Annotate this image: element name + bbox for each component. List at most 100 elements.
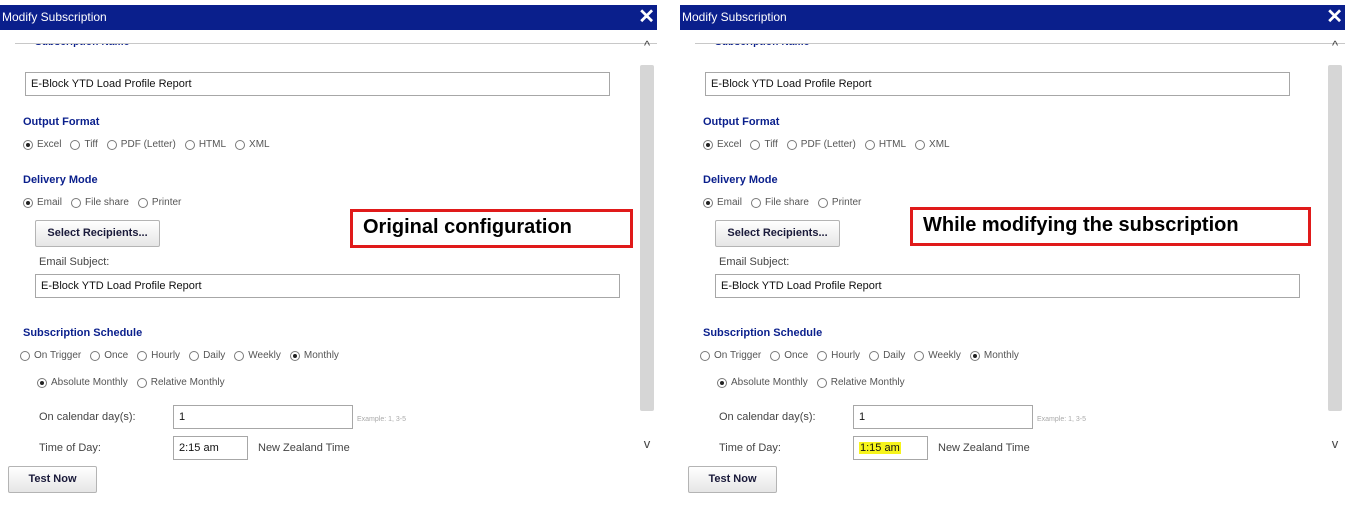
- calendar-days-input[interactable]: 1: [173, 405, 353, 429]
- radio-pdf-letter[interactable]: PDF (Letter): [786, 139, 856, 150]
- radio-label: File share: [765, 197, 809, 208]
- radio-absolute-monthly[interactable]: Absolute Monthly: [37, 377, 128, 388]
- email-subject-input[interactable]: E-Block YTD Load Profile Report: [35, 274, 620, 298]
- radio-button-icon[interactable]: [23, 139, 33, 150]
- radio-html[interactable]: HTML: [184, 139, 226, 150]
- chevron-down-icon[interactable]: v: [1328, 437, 1342, 451]
- radio-relative-monthly[interactable]: Relative Monthly: [816, 377, 905, 388]
- radio-button-icon[interactable]: [184, 139, 195, 150]
- radio-button-icon[interactable]: [20, 350, 30, 361]
- radio-printer[interactable]: Printer: [817, 197, 862, 208]
- radio-button-icon[interactable]: [751, 197, 762, 208]
- radio-button-icon[interactable]: [915, 139, 926, 150]
- radio-daily[interactable]: Daily: [869, 350, 905, 361]
- time-of-day-input[interactable]: 1:15 am: [853, 436, 928, 460]
- delivery-mode-heading: Delivery Mode: [23, 174, 98, 186]
- radio-button-icon[interactable]: [90, 350, 101, 361]
- radio-button-icon[interactable]: [71, 197, 82, 208]
- select-recipients-button[interactable]: Select Recipients...: [715, 220, 840, 247]
- radio-button-icon[interactable]: [235, 139, 246, 150]
- radio-xml[interactable]: XML: [915, 139, 950, 150]
- radio-button-icon[interactable]: [137, 350, 148, 361]
- radio-button-icon[interactable]: [817, 197, 828, 208]
- radio-html[interactable]: HTML: [864, 139, 906, 150]
- scrollbar-thumb[interactable]: [1328, 65, 1342, 411]
- radio-button-icon[interactable]: [234, 350, 245, 361]
- radio-tiff[interactable]: Tiff: [70, 139, 98, 150]
- radio-email[interactable]: Email: [703, 197, 742, 208]
- radio-file-share[interactable]: File share: [71, 197, 129, 208]
- radio-button-icon[interactable]: [817, 350, 828, 361]
- calendar-days-input[interactable]: 1: [853, 405, 1033, 429]
- radio-label: Monthly: [303, 350, 339, 361]
- vertical-scrollbar[interactable]: ^ v: [640, 35, 654, 455]
- test-now-button[interactable]: Test Now: [688, 466, 777, 493]
- close-icon[interactable]: ✕: [638, 5, 655, 29]
- radio-button-icon[interactable]: [864, 139, 875, 150]
- radio-excel[interactable]: Excel: [703, 139, 741, 150]
- subscription-name-input[interactable]: E-Block YTD Load Profile Report: [25, 72, 610, 96]
- radio-pdf-letter[interactable]: PDF (Letter): [106, 139, 176, 150]
- subscription-name-input[interactable]: E-Block YTD Load Profile Report: [705, 72, 1290, 96]
- radio-daily[interactable]: Daily: [189, 350, 225, 361]
- radio-label: Tiff: [764, 139, 778, 150]
- radio-weekly[interactable]: Weekly: [914, 350, 961, 361]
- radio-hourly[interactable]: Hourly: [817, 350, 860, 361]
- radio-tiff[interactable]: Tiff: [750, 139, 778, 150]
- radio-button-icon[interactable]: [189, 350, 200, 361]
- radio-email[interactable]: Email: [23, 197, 62, 208]
- time-of-day-value: 1:15 am: [859, 442, 901, 454]
- chevron-up-icon[interactable]: ^: [1328, 39, 1342, 53]
- radio-button-icon[interactable]: [750, 139, 761, 150]
- radio-button-icon[interactable]: [969, 350, 980, 361]
- time-of-day-input[interactable]: 2:15 am: [173, 436, 248, 460]
- radio-button-icon[interactable]: [786, 139, 797, 150]
- radio-button-icon[interactable]: [37, 377, 47, 388]
- modify-subscription-dialog-modified: Modify Subscription ✕ Subscription Name …: [680, 5, 1345, 503]
- radio-button-icon[interactable]: [137, 197, 148, 208]
- radio-button-icon[interactable]: [816, 377, 827, 388]
- radio-on-trigger[interactable]: On Trigger: [700, 350, 761, 361]
- vertical-scrollbar[interactable]: ^ v: [1328, 35, 1342, 455]
- radio-once[interactable]: Once: [90, 350, 128, 361]
- dialog-title: Modify Subscription: [2, 10, 107, 24]
- radio-weekly[interactable]: Weekly: [234, 350, 281, 361]
- select-recipients-button[interactable]: Select Recipients...: [35, 220, 160, 247]
- close-icon[interactable]: ✕: [1326, 5, 1343, 29]
- radio-file-share[interactable]: File share: [751, 197, 809, 208]
- radio-button-icon[interactable]: [703, 197, 713, 208]
- chevron-down-icon[interactable]: v: [640, 437, 654, 451]
- radio-button-icon[interactable]: [106, 139, 117, 150]
- radio-button-icon[interactable]: [717, 377, 727, 388]
- radio-absolute-monthly[interactable]: Absolute Monthly: [717, 377, 808, 388]
- radio-once[interactable]: Once: [770, 350, 808, 361]
- radio-on-trigger[interactable]: On Trigger: [20, 350, 81, 361]
- radio-button-icon[interactable]: [914, 350, 925, 361]
- monthly-options: Absolute Monthly Relative Monthly: [37, 377, 234, 391]
- radio-button-icon[interactable]: [136, 377, 147, 388]
- scrollbar-thumb[interactable]: [640, 65, 654, 411]
- radio-monthly[interactable]: Monthly: [289, 350, 339, 361]
- radio-button-icon[interactable]: [703, 139, 713, 150]
- radio-label: Weekly: [248, 350, 281, 361]
- radio-hourly[interactable]: Hourly: [137, 350, 180, 361]
- radio-label: Weekly: [928, 350, 961, 361]
- radio-button-icon[interactable]: [70, 139, 81, 150]
- radio-relative-monthly[interactable]: Relative Monthly: [136, 377, 225, 388]
- radio-button-icon[interactable]: [770, 350, 781, 361]
- radio-button-icon[interactable]: [23, 197, 33, 208]
- radio-label: Monthly: [983, 350, 1019, 361]
- radio-excel[interactable]: Excel: [23, 139, 61, 150]
- radio-button-icon[interactable]: [700, 350, 710, 361]
- subscription-name-label: Subscription Name: [35, 44, 130, 48]
- email-subject-input[interactable]: E-Block YTD Load Profile Report: [715, 274, 1300, 298]
- radio-label: Printer: [831, 197, 862, 208]
- radio-monthly[interactable]: Monthly: [969, 350, 1019, 361]
- radio-xml[interactable]: XML: [235, 139, 270, 150]
- chevron-up-icon[interactable]: ^: [640, 39, 654, 53]
- test-now-button[interactable]: Test Now: [8, 466, 97, 493]
- radio-button-icon[interactable]: [289, 350, 300, 361]
- radio-printer[interactable]: Printer: [137, 197, 181, 208]
- radio-label: PDF (Letter): [800, 139, 856, 150]
- radio-button-icon[interactable]: [869, 350, 880, 361]
